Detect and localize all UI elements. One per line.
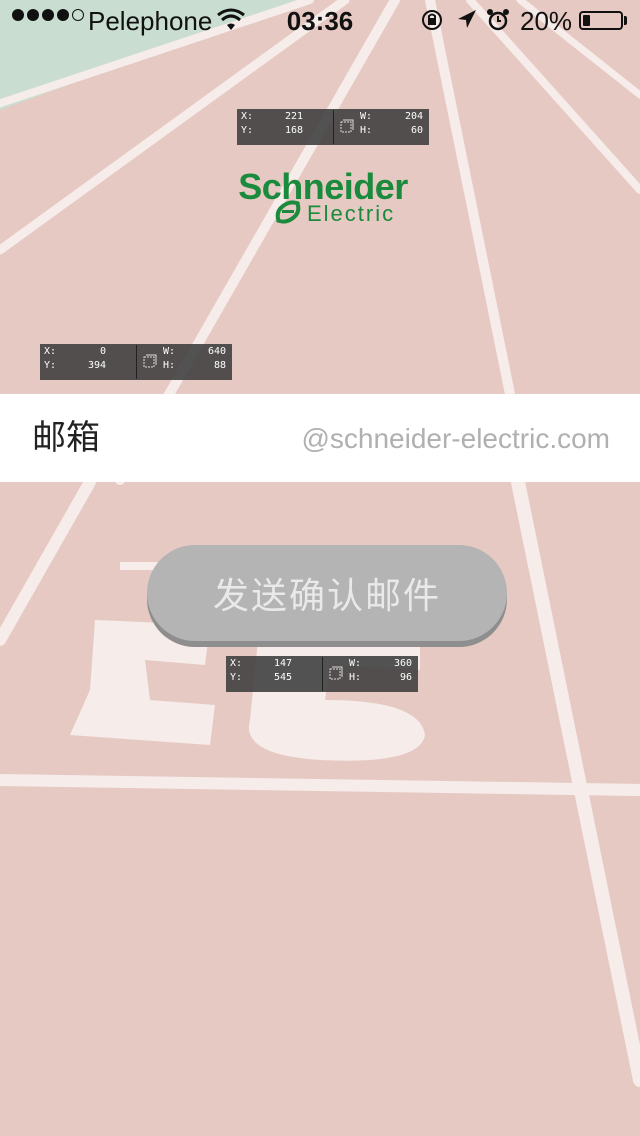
alarm-clock-icon	[487, 9, 509, 31]
schneider-electric-logo: Schneider Electric	[221, 168, 425, 228]
logo-mark-icon	[275, 200, 301, 224]
measurement-overlay-send-button: X: 147 Y: 545 W: 360 H: 96	[226, 656, 418, 692]
carrier-name: Pelephone	[88, 6, 213, 36]
battery-icon	[579, 11, 623, 30]
measurement-overlay-logo: X: 221 Y: 168 W: 204 H: 60	[237, 109, 429, 145]
location-arrow-icon	[458, 10, 476, 28]
email-row: 邮箱	[0, 394, 640, 484]
signal-strength-icon	[12, 9, 84, 21]
battery-level-fill	[583, 15, 590, 26]
measurement-overlay-email-row: X: 0 Y: 394 W: 640 H: 88	[40, 344, 232, 380]
status-bar: Pelephone 03:36 20%	[0, 0, 640, 40]
logo-sub-text: Electric	[307, 201, 396, 226]
email-input[interactable]	[248, 394, 612, 484]
dimensions-icon	[340, 119, 354, 133]
send-confirmation-email-button[interactable]: 发送确认邮件	[147, 545, 507, 641]
battery-tip	[624, 16, 627, 25]
battery-percentage: 20%	[520, 6, 573, 36]
rotation-lock-icon	[422, 10, 442, 30]
dimensions-icon	[143, 354, 157, 368]
dimensions-icon	[329, 666, 343, 680]
email-label: 邮箱	[32, 418, 100, 458]
wifi-icon	[217, 8, 245, 30]
